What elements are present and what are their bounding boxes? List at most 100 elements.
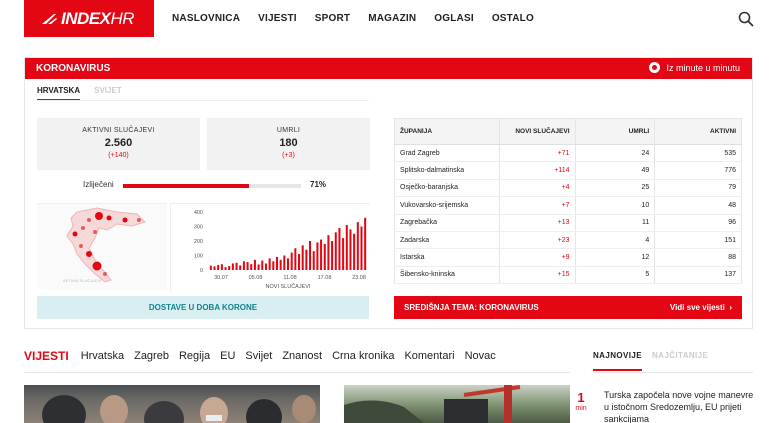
tema-label: SREDIŠNJA TEMA: KORONAVIRUS xyxy=(404,303,539,312)
active-cases-label: AKTIVNI SLUČAJEVI xyxy=(82,127,155,134)
chart-bar xyxy=(217,264,220,270)
chart-bar xyxy=(316,242,319,270)
chart-bar xyxy=(283,255,286,270)
chart-bar xyxy=(294,248,297,270)
crowd-photo-image xyxy=(42,395,316,423)
nav-item-naslovnica[interactable]: NASLOVNICA xyxy=(172,13,240,24)
tabs-divider xyxy=(37,100,369,101)
active-cases-value: 2.560 xyxy=(104,137,133,149)
nav-item-vijesti[interactable]: VIJESTI xyxy=(258,13,297,24)
chart-bar xyxy=(253,259,256,270)
chart-bar xyxy=(275,256,278,270)
county-deaths: 4 xyxy=(574,231,655,250)
x-tick-label: 11.08 xyxy=(283,275,296,281)
nav-item-magazin[interactable]: MAGAZIN xyxy=(368,13,416,24)
county-deaths: 11 xyxy=(574,214,655,232)
x-tick-label: 23.08 xyxy=(352,275,366,281)
news-headline[interactable]: Turska započela nove vojne manevre u ist… xyxy=(604,389,754,423)
table-row: Grad Zagreb +71 24 535 xyxy=(394,144,742,163)
corona-title[interactable]: KORONAVIRUS xyxy=(36,63,110,74)
chart-bar xyxy=(235,262,238,270)
sredisnja-tema-button[interactable]: SREDIŠNJA TEMA: KORONAVIRUS Vidi sve vij… xyxy=(394,296,742,319)
chart-bar xyxy=(279,259,282,270)
section-nav-komentari[interactable]: Komentari xyxy=(404,350,454,362)
county-active: 48 xyxy=(654,196,742,215)
county-name: Osječko-baranjska xyxy=(394,179,500,198)
deaths-delta: (+3) xyxy=(282,152,295,159)
chart-bar xyxy=(220,264,223,270)
y-tick-label: 400 xyxy=(194,210,203,216)
news-time-unit: min xyxy=(575,405,587,412)
county-deaths: 24 xyxy=(574,144,655,163)
nav-item-ostalo[interactable]: OSTALO xyxy=(492,13,534,24)
site-logo[interactable]: INDEXHR xyxy=(24,0,154,37)
dostave-button[interactable]: DOSTAVE U DOBA KORONE xyxy=(37,296,369,319)
chart-bar xyxy=(334,232,337,270)
news-time: 1 min xyxy=(568,390,594,412)
chart-bar xyxy=(331,241,334,270)
nav-item-oglasi[interactable]: OGLASI xyxy=(434,13,474,24)
section-nav-crna-kronika[interactable]: Crna kronika xyxy=(332,350,394,362)
county-deaths: 49 xyxy=(574,161,655,180)
section-nav-regija[interactable]: Regija xyxy=(179,350,210,362)
section-nav-eu[interactable]: EU xyxy=(220,350,235,362)
section-nav-zagreb[interactable]: Zagreb xyxy=(134,350,169,362)
live-label: Iz minute u minutu xyxy=(666,62,740,73)
chart-bar xyxy=(242,261,245,270)
county-active: 137 xyxy=(654,266,742,285)
county-active: 88 xyxy=(654,248,742,267)
tab-najnovije[interactable]: NAJNOVIJE xyxy=(593,351,642,360)
recovered-percent: 71% xyxy=(310,180,327,189)
search-icon[interactable] xyxy=(738,11,754,27)
recovered-progress-fill xyxy=(123,184,250,188)
section-nav-novac[interactable]: Novac xyxy=(465,350,496,362)
county-new-cases: +7 xyxy=(498,196,576,215)
chart-bar xyxy=(231,263,234,270)
x-axis-label: NOVI SLUČAJEVI xyxy=(266,283,311,290)
county-name: Zagrebačka xyxy=(394,214,500,232)
x-tick-label: 30.07 xyxy=(214,275,228,281)
chart-bar xyxy=(239,265,242,270)
deaths-card: UMRLI 180 (+3) xyxy=(207,118,370,170)
corona-tabs: HRVATSKA SVIJET xyxy=(37,86,136,101)
x-tick-label: 05.08 xyxy=(249,275,263,281)
section-nav-hrvatska[interactable]: Hrvatska xyxy=(81,350,124,362)
county-new-cases: +9 xyxy=(498,248,576,267)
tab-svijet[interactable]: SVIJET xyxy=(94,86,122,101)
section-title[interactable]: VIJESTI xyxy=(24,349,69,363)
county-deaths: 5 xyxy=(574,266,655,285)
county-new-cases: +4 xyxy=(498,179,576,198)
live-link[interactable]: Iz minute u minutu xyxy=(649,62,740,73)
table-row: Vukovarsko-srijemska +7 10 48 xyxy=(394,196,742,215)
croatia-map[interactable] xyxy=(37,203,167,289)
side-tabs-divider xyxy=(593,372,753,373)
nav-item-sport[interactable]: SPORT xyxy=(315,13,350,24)
county-name: Zadarska xyxy=(394,231,500,250)
county-table: ŽUPANIJA NOVI SLUČAJEVI UMRLI AKTIVNI Gr… xyxy=(394,118,742,285)
news-photo-crowd[interactable] xyxy=(24,385,320,423)
recovered-label: Izliječeni xyxy=(83,180,114,189)
news-photo-crane[interactable] xyxy=(344,385,570,423)
chart-bar xyxy=(268,258,271,270)
chevron-right-icon: › xyxy=(727,303,732,312)
active-tab-underline xyxy=(593,369,642,371)
section-nav: VIJESTI Hrvatska Zagreb Regija EU Svijet… xyxy=(24,349,506,363)
chart-bar xyxy=(290,252,293,270)
tab-hrvatska[interactable]: HRVATSKA xyxy=(37,86,81,101)
tab-najcitanije[interactable]: NAJČITANIJE xyxy=(652,351,708,360)
county-new-cases: +13 xyxy=(498,214,576,232)
county-new-cases: +71 xyxy=(498,144,576,163)
county-active: 79 xyxy=(654,179,742,198)
section-nav-svijet[interactable]: Svijet xyxy=(245,350,272,362)
chart-bar xyxy=(323,243,326,270)
chart-bar xyxy=(364,217,367,270)
section-nav-znanost[interactable]: Znanost xyxy=(282,350,322,362)
table-row: Istarska +9 12 88 xyxy=(394,248,742,267)
main-nav: NASLOVNICA VIJESTI SPORT MAGAZIN OGLASI … xyxy=(172,0,552,37)
chart-bar xyxy=(261,260,264,270)
chart-bar xyxy=(338,227,341,270)
chart-bar xyxy=(257,264,260,270)
tema-more[interactable]: Vidi sve vijesti › xyxy=(670,303,732,312)
table-row: Šibensko-kninska +15 5 137 xyxy=(394,266,742,285)
y-tick-label: 0 xyxy=(200,268,203,274)
